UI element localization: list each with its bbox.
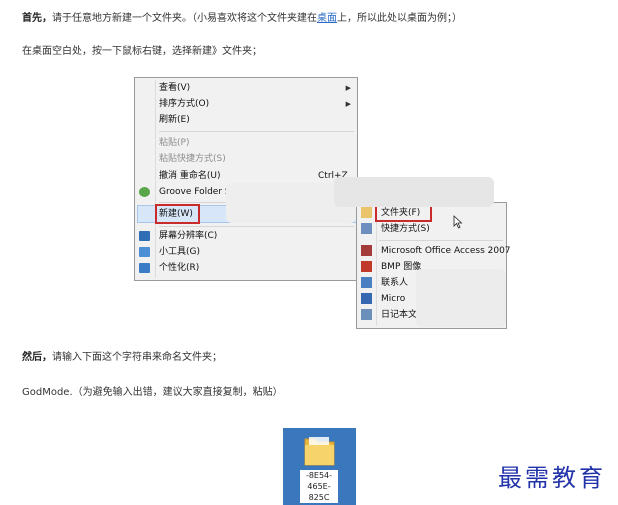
folder-name-label[interactable]: -8E54- 465E- 825C [300, 470, 338, 503]
submenu-item-contact[interactable]: 联系人 [381, 275, 408, 291]
menu-item-resolution[interactable]: 屏幕分辨率(C) [159, 228, 217, 244]
menu-separator [159, 131, 354, 132]
menu-item-undo-rename[interactable]: 撤消 重命名(U) [159, 168, 220, 184]
menu-item-refresh[interactable]: 刷新(E) [159, 112, 190, 128]
groove-icon [139, 187, 150, 197]
office-doc-icon [361, 293, 372, 304]
contact-icon [361, 277, 372, 288]
step1-paragraph: 在桌面空白处，按一下鼠标右键，选择新建》文件夹； [22, 46, 262, 57]
folder-icon [304, 437, 335, 466]
submenu-item-access[interactable]: Microsoft Office Access 2007 [381, 243, 511, 259]
context-menu-screenshot: 查看(V) ▶ 排序方式(O) ▶ 刷新(E) 粘贴(P) 粘贴快捷方式(S) … [134, 77, 511, 329]
watermark-logo: 最需教育 [498, 464, 606, 492]
mouse-cursor-icon [453, 215, 463, 229]
context-menu: 查看(V) ▶ 排序方式(O) ▶ 刷新(E) 粘贴(P) 粘贴快捷方式(S) … [134, 77, 358, 281]
access-icon [361, 245, 372, 256]
submenu-arrow-icon: ▶ [345, 84, 351, 92]
blurred-region [334, 177, 494, 207]
submenu-arrow-icon: ▶ [345, 100, 351, 108]
submenu-item-shortcut[interactable]: 快捷方式(S) [381, 221, 430, 237]
menu-item-paste-shortcut: 粘贴快捷方式(S) [159, 154, 226, 164]
desktop-link[interactable]: 桌面 [317, 13, 337, 24]
monitor-icon [139, 231, 150, 241]
menu-item-personalize[interactable]: 个性化(R) [159, 260, 199, 276]
step3-paragraph: GodMode.（为避免输入出错，建议大家直接复制，粘贴） [22, 387, 283, 398]
menu-item-view[interactable]: 查看(V) [159, 80, 190, 96]
gadget-icon [139, 247, 150, 257]
menu-item-sort[interactable]: 排序方式(O) [159, 96, 209, 112]
intro-tail: 上，所以此处以桌面为例；） [337, 13, 462, 24]
submenu-item-micro[interactable]: Micro [381, 291, 405, 307]
step2-text: 请输入下面这个字符串来命名文件夹； [52, 352, 222, 363]
journal-icon [361, 309, 372, 320]
intro-paragraph: 首先，请于任意地方新建一个文件夹。（小易喜欢将这个文件夹建在桌面上，所以此处以桌… [22, 12, 462, 26]
menu-item-paste: 粘贴(P) [159, 138, 190, 148]
highlight-box [155, 204, 200, 224]
godmode-folder-screenshot: -8E54- 465E- 825C [283, 428, 356, 505]
menu-separator [379, 240, 503, 241]
folder-icon [361, 207, 372, 218]
intro-lead: 首先， [22, 13, 52, 24]
menu-separator [159, 226, 354, 227]
blurred-region [416, 269, 506, 327]
personalize-icon [139, 263, 150, 273]
intro-text: 请于任意地方新建一个文件夹。（小易喜欢将这个文件夹建在 [52, 13, 317, 24]
menu-item-gadgets[interactable]: 小工具(G) [159, 244, 200, 260]
image-icon [361, 261, 372, 272]
step2-lead: 然后， [22, 352, 52, 363]
step2-paragraph: 然后，请输入下面这个字符串来命名文件夹； [22, 351, 222, 365]
shortcut-icon [361, 223, 372, 234]
